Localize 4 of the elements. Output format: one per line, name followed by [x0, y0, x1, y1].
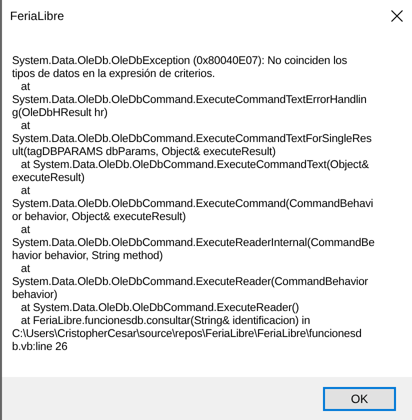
- close-icon[interactable]: [391, 10, 403, 22]
- error-message: System.Data.OleDb.OleDbException (0x80040E07): No coinciden los tipos de datos en la expresión de criterios. at System.Data.OleDb.OleDbCommand.ExecuteCommandTextErrorHandlin g(OleDbHResult hr) at System.Data.OleDb.OleDbCommand.ExecuteCommandTextForSingleRes ult(tagDBPARAMS dbParams, Object& executeResult) at System.Data.OleDb.OleDbCommand.ExecuteCommandText(Object& executeResult) at System.Data.OleDb.OleDbCommand.ExecuteCommand(CommandBehavi or behavior, Object& executeResult) at System.Data.OleDb.OleDbCommand.ExecuteReaderInternal(CommandBe havior behavior, String method) at System.Data.OleDb.OleDbCommand.ExecuteReader(CommandBehavior behavior) at System.Data.OleDb.OleDbCommand.ExecuteReader() at FeriaLibre.funcionesdb.consultar(String& identificacion) in C:\Users\CristopherCesar\source\repos\FeriaLibre\FeriaLibre\funcionesd b.vb:line 26: [12, 55, 376, 354]
- ok-button[interactable]: OK: [323, 386, 396, 410]
- window-title: FeriaLibre: [10, 8, 64, 22]
